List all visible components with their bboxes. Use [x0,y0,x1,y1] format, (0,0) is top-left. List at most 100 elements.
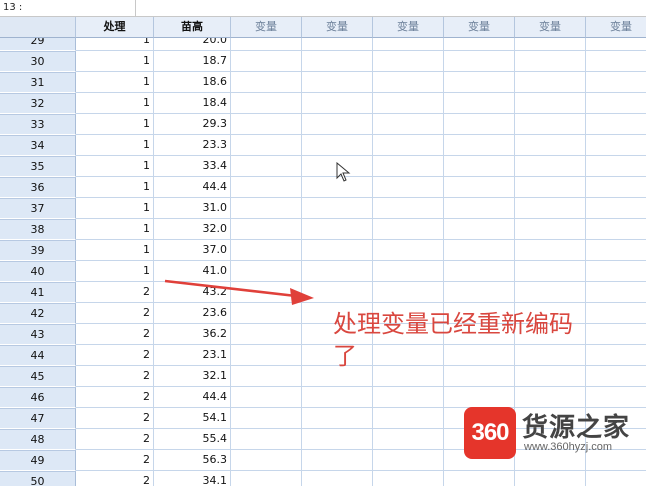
empty-cell[interactable] [231,450,302,471]
empty-cell[interactable] [302,408,373,429]
empty-cell[interactable] [302,282,373,303]
empty-cell[interactable] [515,93,586,114]
cell-height[interactable]: 44.4 [154,177,231,198]
column-header[interactable]: 变量 [515,17,586,38]
cell-treatment[interactable]: 2 [76,408,154,429]
empty-cell[interactable] [373,198,444,219]
empty-cell[interactable] [373,408,444,429]
empty-cell[interactable] [515,135,586,156]
empty-cell[interactable] [444,135,515,156]
empty-cell[interactable] [444,72,515,93]
cell-treatment[interactable]: 1 [76,198,154,219]
row-number[interactable]: 49 [0,450,76,471]
empty-cell[interactable] [586,114,646,135]
cell-reference-box[interactable]: 13 : [0,0,136,16]
row-number[interactable]: 46 [0,387,76,408]
empty-cell[interactable] [373,471,444,486]
cell-height[interactable]: 44.4 [154,387,231,408]
row-number[interactable]: 36 [0,177,76,198]
row-number[interactable]: 41 [0,282,76,303]
cell-height[interactable]: 31.0 [154,198,231,219]
column-header[interactable]: 变量 [373,17,444,38]
empty-cell[interactable] [373,114,444,135]
empty-cell[interactable] [586,156,646,177]
row-number[interactable]: 45 [0,366,76,387]
empty-cell[interactable] [231,387,302,408]
empty-cell[interactable] [231,240,302,261]
empty-cell[interactable] [444,240,515,261]
cell-treatment[interactable]: 2 [76,303,154,324]
empty-cell[interactable] [302,114,373,135]
empty-cell[interactable] [302,198,373,219]
empty-cell[interactable] [231,408,302,429]
empty-cell[interactable] [586,93,646,114]
empty-cell[interactable] [231,303,302,324]
empty-cell[interactable] [231,219,302,240]
empty-cell[interactable] [586,471,646,486]
cell-height[interactable]: 32.1 [154,366,231,387]
empty-cell[interactable] [515,72,586,93]
empty-cell[interactable] [586,177,646,198]
empty-cell[interactable] [444,198,515,219]
column-header[interactable]: 变量 [444,17,515,38]
row-number[interactable]: 33 [0,114,76,135]
empty-cell[interactable] [231,72,302,93]
cell-height[interactable]: 23.6 [154,303,231,324]
cell-treatment[interactable]: 2 [76,366,154,387]
cell-height[interactable]: 56.3 [154,450,231,471]
cell-height[interactable]: 36.2 [154,324,231,345]
column-header[interactable]: 变量 [302,17,373,38]
cell-treatment[interactable]: 1 [76,177,154,198]
cell-height[interactable]: 37.0 [154,240,231,261]
empty-cell[interactable] [231,471,302,486]
cell-treatment[interactable]: 2 [76,429,154,450]
cell-treatment[interactable]: 1 [76,261,154,282]
empty-cell[interactable] [444,114,515,135]
empty-cell[interactable] [373,51,444,72]
empty-cell[interactable] [373,156,444,177]
empty-cell[interactable] [515,261,586,282]
empty-cell[interactable] [231,135,302,156]
cell-treatment[interactable]: 1 [76,219,154,240]
empty-cell[interactable] [231,198,302,219]
empty-cell[interactable] [586,282,646,303]
corner-cell[interactable] [0,17,76,38]
empty-cell[interactable] [231,282,302,303]
empty-cell[interactable] [231,93,302,114]
empty-cell[interactable] [302,93,373,114]
row-number[interactable]: 34 [0,135,76,156]
cell-height[interactable]: 33.4 [154,156,231,177]
row-number[interactable]: 40 [0,261,76,282]
empty-cell[interactable] [373,387,444,408]
empty-cell[interactable] [231,261,302,282]
empty-cell[interactable] [515,240,586,261]
empty-cell[interactable] [231,156,302,177]
empty-cell[interactable] [302,261,373,282]
empty-cell[interactable] [444,156,515,177]
empty-cell[interactable] [515,51,586,72]
empty-cell[interactable] [302,429,373,450]
empty-cell[interactable] [515,156,586,177]
row-number[interactable]: 42 [0,303,76,324]
row-number[interactable]: 30 [0,51,76,72]
empty-cell[interactable] [373,135,444,156]
empty-cell[interactable] [444,219,515,240]
empty-cell[interactable] [444,51,515,72]
cell-treatment[interactable]: 1 [76,72,154,93]
empty-cell[interactable] [586,198,646,219]
empty-cell[interactable] [515,114,586,135]
column-header[interactable]: 处理 [76,17,154,38]
cell-treatment[interactable]: 2 [76,387,154,408]
empty-cell[interactable] [586,261,646,282]
cell-treatment[interactable]: 2 [76,450,154,471]
row-number[interactable]: 47 [0,408,76,429]
cell-height[interactable]: 41.0 [154,261,231,282]
cell-height[interactable]: 23.3 [154,135,231,156]
empty-cell[interactable] [515,471,586,486]
empty-cell[interactable] [586,51,646,72]
empty-cell[interactable] [373,282,444,303]
cell-height[interactable]: 23.1 [154,345,231,366]
empty-cell[interactable] [515,219,586,240]
empty-cell[interactable] [302,471,373,486]
empty-cell[interactable] [373,261,444,282]
